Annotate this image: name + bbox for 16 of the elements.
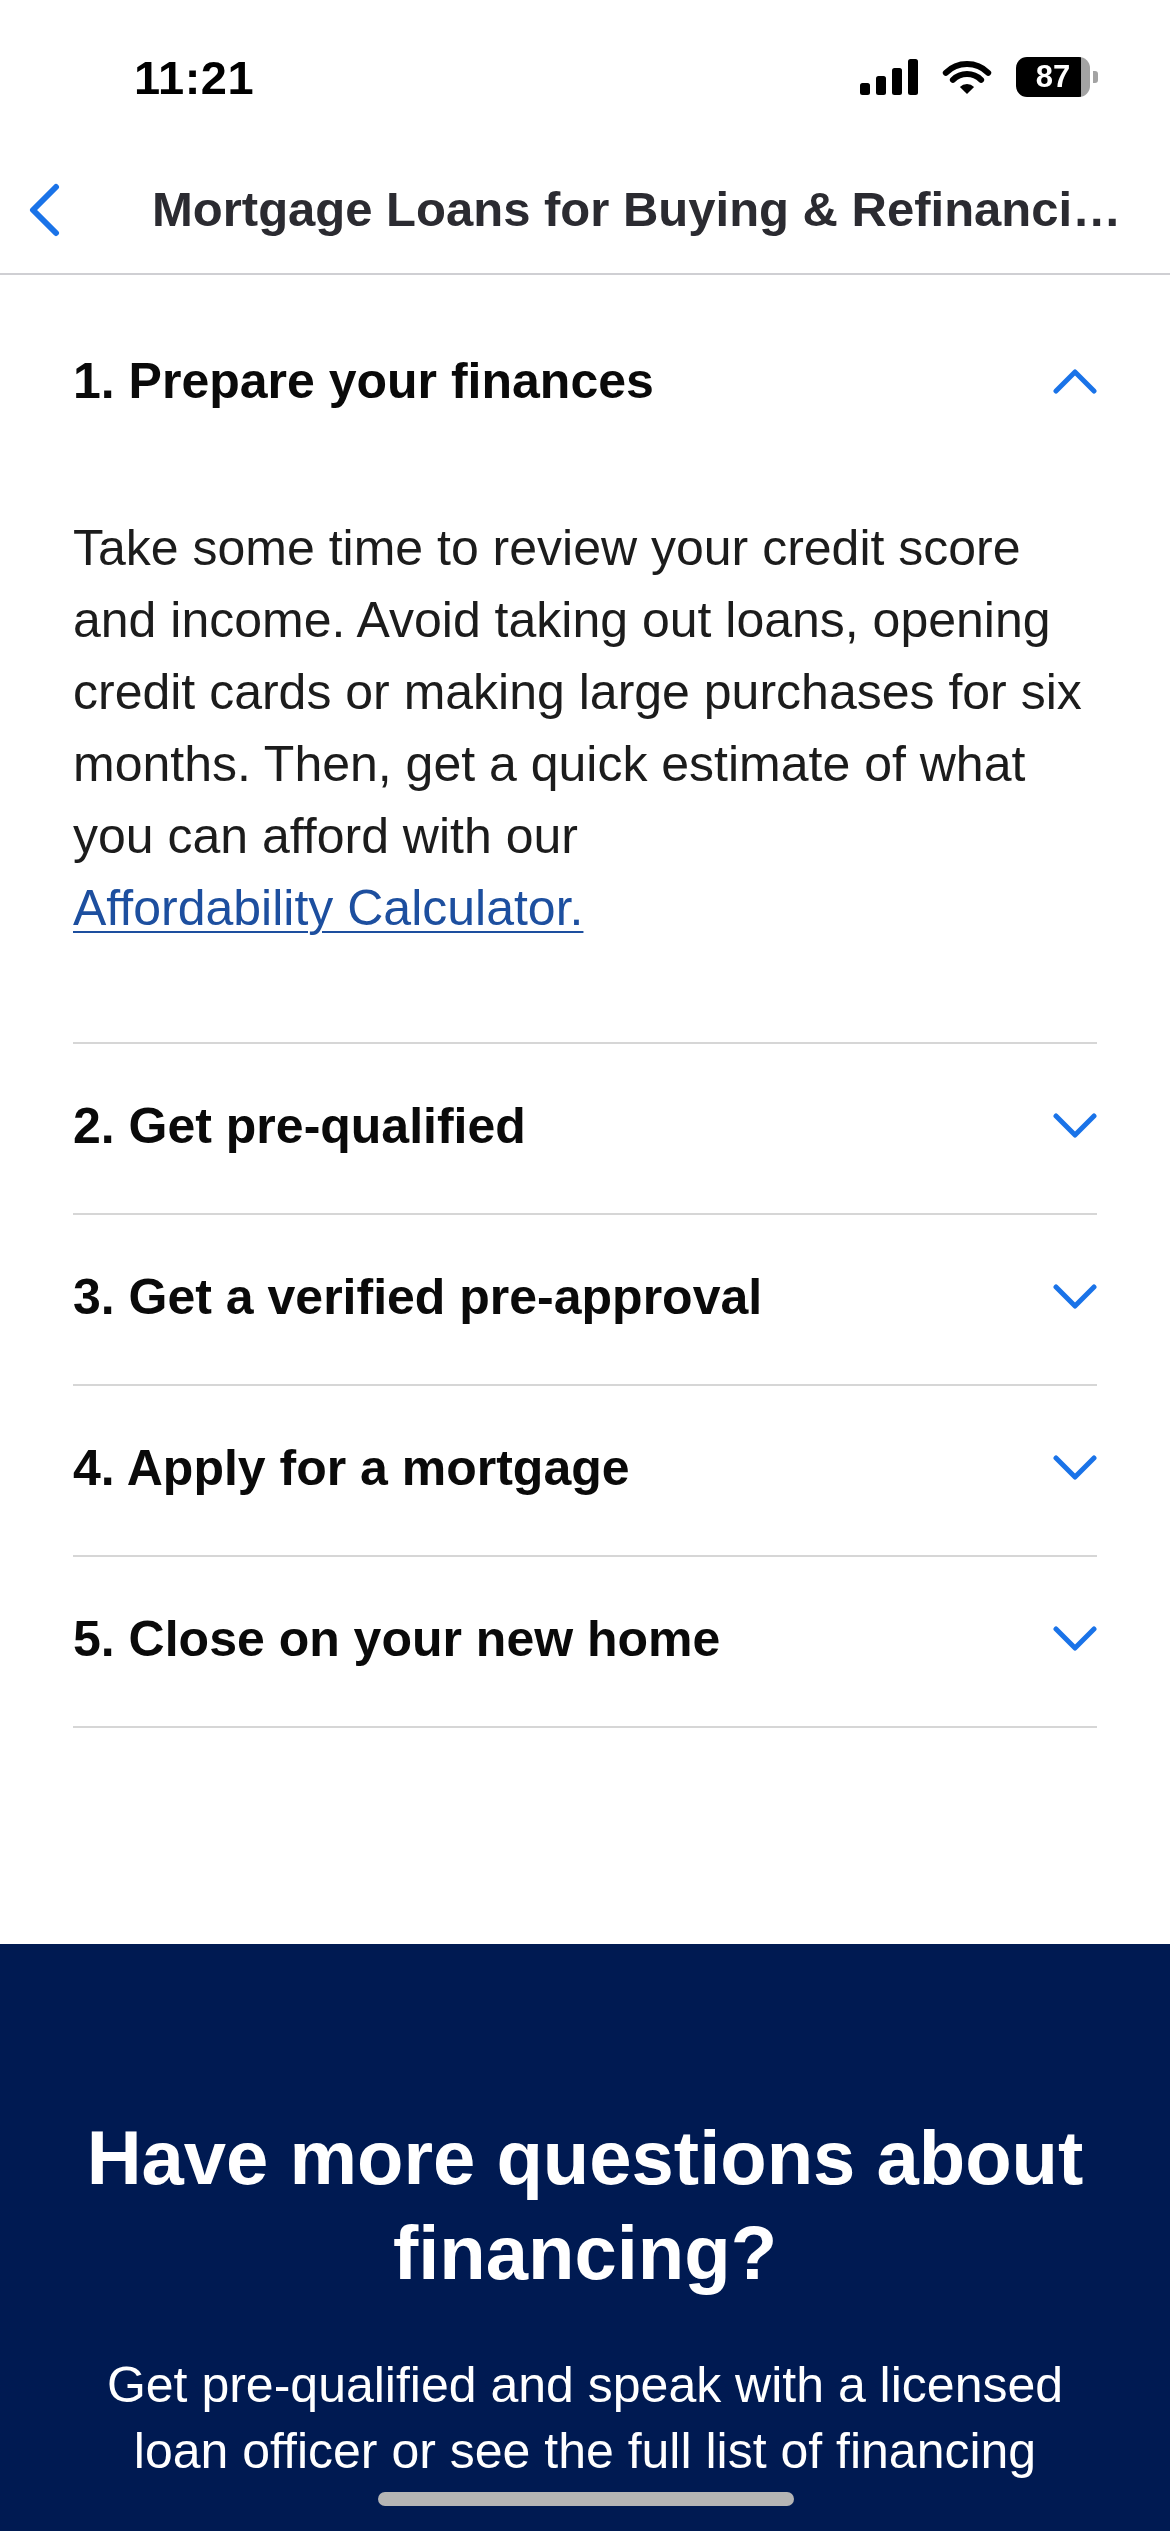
status-time: 11:21 [134,49,255,105]
accordion-header[interactable]: 4. Apply for a mortgage [73,1386,1097,1555]
wifi-icon [942,59,992,95]
accordion-header[interactable]: 3. Get a verified pre-approval [73,1215,1097,1384]
cta-heading: Have more questions about financing? [85,2114,1085,2297]
page-title: Mortgage Loans for Buying & Refinanci… [152,180,1122,237]
accordion-header[interactable]: 2. Get pre-qualified [73,1044,1097,1213]
accordion-header[interactable]: 1. Prepare your finances [73,299,1097,468]
cta-text: Get pre-qualified and speak with a licensed loan officer or see the full list of financing [105,2356,1065,2481]
chevron-left-icon [28,182,60,237]
calculator-link[interactable]: Affordability Calculator. [73,880,584,936]
step-description: Take some time to review your credit score and income. Avoid taking out loans, opening credit cards or making large purchases for six months. Then, get a quick estimate of what you can afford with our Affordability Calculator. [73,519,1083,938]
battery-indicator: 87 [1016,57,1098,97]
back-button[interactable] [28,182,60,237]
signal-icon [860,59,918,95]
accordion-header[interactable]: 5. Close on your new home [73,1557,1097,1726]
